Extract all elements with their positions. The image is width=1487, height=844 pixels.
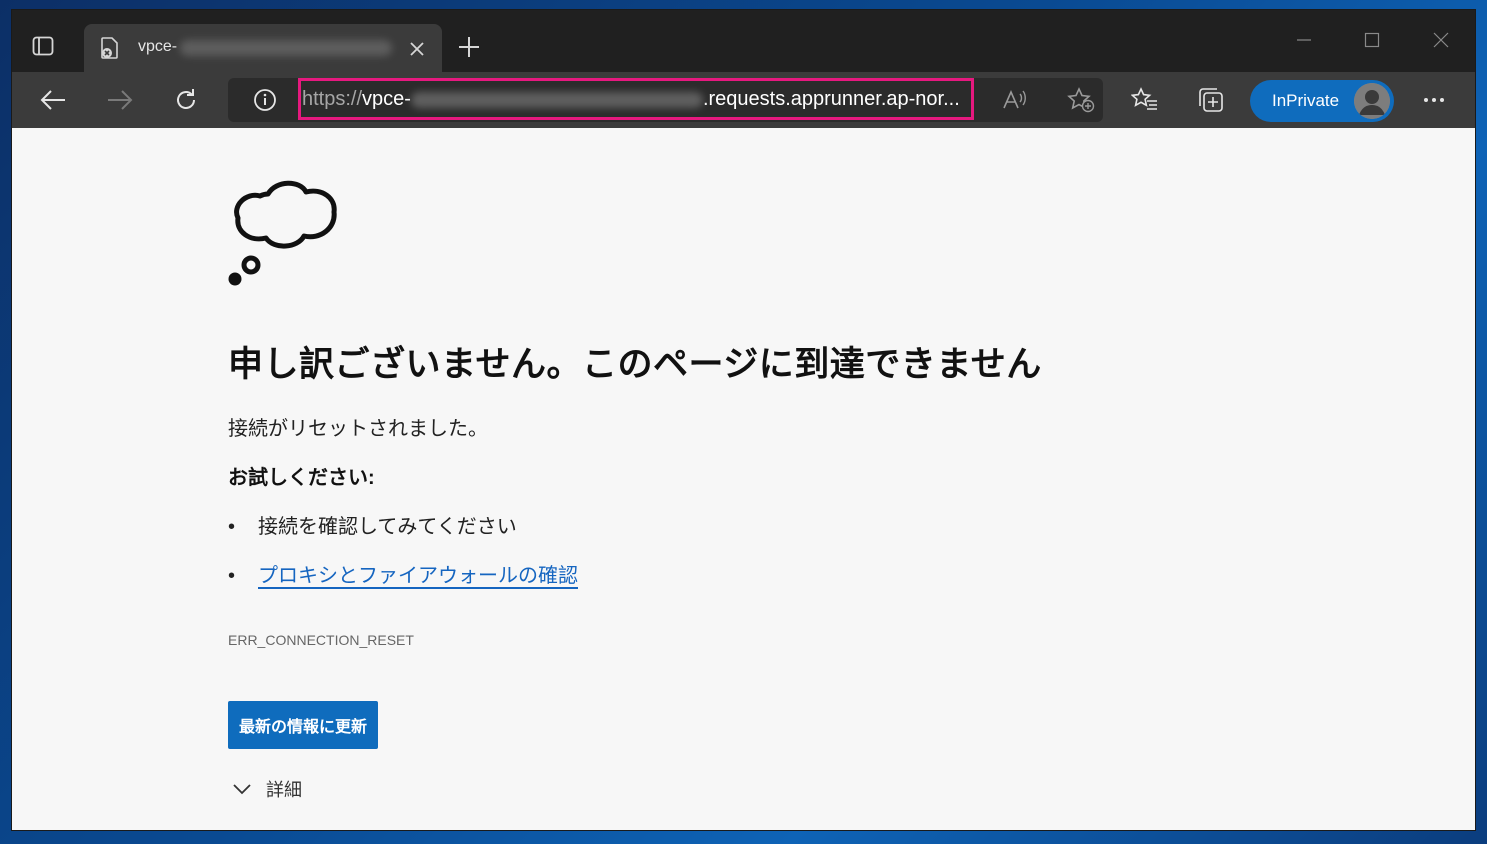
- error-message: 接続がリセットされました。: [228, 418, 488, 440]
- tab-title-redacted: [180, 40, 392, 56]
- inprivate-button[interactable]: InPrivate: [1250, 80, 1394, 122]
- details-toggle[interactable]: 詳細: [232, 776, 302, 802]
- more-icon: [1424, 98, 1444, 102]
- error-headline: 申し訳ございません。このページに到達できません: [228, 345, 1042, 384]
- tab-actions-icon: [32, 36, 54, 56]
- settings-menu-button[interactable]: [1417, 84, 1451, 116]
- arrow-left-icon: [40, 90, 65, 110]
- details-label: 詳細: [266, 780, 302, 800]
- refresh-page-button[interactable]: 最新の情報に更新: [228, 701, 378, 749]
- address-bar[interactable]: https://vpce- .requests.apprunner.ap-nor.…: [228, 78, 1103, 122]
- maximize-button[interactable]: [1352, 28, 1392, 52]
- refresh-icon: [177, 89, 195, 109]
- refresh-button[interactable]: [169, 84, 203, 116]
- browser-window: vpce- https://vpce- .requests.apprunner.…: [12, 10, 1475, 830]
- avatar: [1354, 83, 1390, 119]
- forward-button[interactable]: [103, 84, 137, 116]
- error-page: 申し訳ございません。このページに到達できません 接続がリセットされました。 お試…: [12, 128, 1475, 830]
- inprivate-label: InPrivate: [1272, 91, 1340, 110]
- window-close-button[interactable]: [1421, 28, 1461, 52]
- info-icon: [254, 89, 276, 111]
- read-aloud-button[interactable]: [998, 84, 1032, 116]
- proxy-firewall-link[interactable]: プロキシとファイアウォールの確認: [258, 565, 578, 587]
- thought-cloud-icon: [228, 180, 337, 286]
- active-tab[interactable]: vpce-: [84, 24, 442, 72]
- suggestion-item: • 接続を確認してみてください: [228, 510, 517, 539]
- try-label: お試しください:: [228, 467, 375, 489]
- url-prefix: vpce-: [362, 88, 411, 110]
- minimize-icon: [1297, 39, 1311, 41]
- tab-actions-button[interactable]: [26, 32, 60, 60]
- read-aloud-icon: [1003, 90, 1026, 109]
- url-text[interactable]: https://vpce- .requests.apprunner.ap-nor.…: [302, 88, 960, 111]
- bullet: •: [228, 516, 236, 538]
- chevron-down-icon: [233, 784, 251, 795]
- arrow-right-icon: [108, 90, 133, 110]
- suggestion-check-connection: 接続を確認してみてください: [258, 516, 517, 538]
- site-info-button[interactable]: [248, 84, 282, 116]
- favorites-icon: [1131, 87, 1157, 110]
- error-code: ERR_CONNECTION_RESET: [228, 632, 414, 648]
- suggestion-item: • プロキシとファイアウォールの確認: [228, 559, 578, 588]
- maximize-icon: [1364, 32, 1380, 48]
- url-suffix: .requests.apprunner.ap-nor...: [702, 88, 960, 110]
- collections-button[interactable]: [1194, 84, 1228, 116]
- favorites-button[interactable]: [1128, 84, 1162, 116]
- bullet: •: [228, 565, 236, 587]
- new-tab-icon[interactable]: [456, 34, 482, 60]
- minimize-button[interactable]: [1284, 28, 1324, 52]
- url-protocol: https://: [302, 88, 363, 110]
- add-favorite-button[interactable]: [1064, 84, 1098, 116]
- tab-close-icon[interactable]: [406, 38, 428, 60]
- tab-strip: vpce-: [12, 10, 1475, 72]
- profile-icon: [1354, 83, 1390, 119]
- back-button[interactable]: [36, 84, 70, 116]
- collections-icon: [1199, 88, 1223, 112]
- navigation-toolbar: https://vpce- .requests.apprunner.ap-nor.…: [12, 72, 1475, 128]
- star-add-icon: [1067, 87, 1095, 113]
- tab-title: vpce-: [138, 38, 178, 55]
- url-redacted: [410, 91, 703, 108]
- page-error-icon: [101, 37, 118, 59]
- window-close-icon: [1433, 32, 1449, 48]
